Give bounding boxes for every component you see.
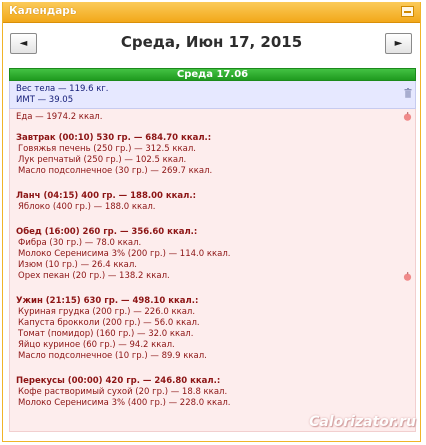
calendar-panel: Календарь ◄ Среда, Июн 17, 2015 ► Среда …	[2, 2, 421, 442]
food-item: Изюм (10 гр.) — 26.4 ккал.	[18, 260, 138, 270]
food-item: Яблоко (400 гр.) — 188.0 ккал.	[18, 202, 156, 212]
food-total-text: Еда — 1974.2 ккал.	[16, 112, 103, 122]
meal-header: Ужин (21:15) 630 гр. — 498.10 ккал.:	[16, 296, 199, 306]
food-item: Говяжья печень (250 гр.) — 312.5 ккал.	[18, 144, 196, 154]
food-item: Орех пекан (20 гр.) — 138.2 ккал.	[18, 271, 170, 281]
meal-header: Ланч (04:15) 400 гр. — 188.00 ккал.:	[16, 191, 197, 201]
food-item: Капуста брокколи (200 гр.) — 56.0 ккал.	[18, 318, 200, 328]
trash-icon[interactable]	[404, 88, 412, 98]
food-item: Томат (помидор) (160 гр.) — 32.0 ккал.	[18, 329, 194, 339]
food-item: Лук репчатый (250 гр.) — 102.5 ккал.	[18, 155, 187, 165]
bmi-text: ИМТ — 39.05	[16, 95, 74, 105]
food-item: Молоко Серенисима 3% (200 гр.) — 114.0 к…	[18, 249, 231, 259]
food-item: Молоко Серенисима 3% (400 гр.) — 228.0 к…	[18, 398, 231, 408]
weight-section: Вес тела — 119.6 кг. ИМТ — 39.05	[9, 81, 416, 109]
date-heading: Среда, Июн 17, 2015	[120, 33, 303, 51]
meal-header: Обед (16:00) 260 гр. — 356.60 ккал.:	[16, 227, 198, 237]
day-header: Среда 17.06	[9, 68, 416, 81]
food-section: Еда — 1974.2 ккал. Завтрак (00:10) 530 г…	[9, 109, 416, 432]
watermark-logo: Calorizator.ru	[309, 414, 416, 430]
food-item: Масло подсолнечное (30 гр.) — 269.7 ккал…	[18, 166, 213, 176]
panel-titlebar: Календарь	[3, 2, 420, 23]
body-weight-text: Вес тела — 119.6 кг.	[16, 84, 109, 94]
food-item: Масло подсолнечное (10 гр.) — 89.9 ккал.	[18, 351, 207, 361]
apple-icon[interactable]	[403, 112, 412, 121]
food-item: Яйцо куриное (60 гр.) — 94.2 ккал.	[18, 340, 175, 350]
apple-icon[interactable]	[403, 272, 412, 281]
food-item: Кофе растворимый сухой (20 гр.) — 18.8 к…	[18, 387, 228, 397]
minimize-icon[interactable]	[401, 6, 414, 17]
food-item: Фибра (30 гр.) — 78.0 ккал.	[18, 238, 142, 248]
next-day-button[interactable]: ►	[385, 33, 412, 54]
panel-title: Календарь	[9, 5, 77, 17]
food-item: Куриная грудка (200 гр.) — 226.0 ккал.	[18, 307, 196, 317]
prev-day-button[interactable]: ◄	[10, 33, 37, 54]
meal-header: Завтрак (00:10) 530 гр. — 684.70 ккал.:	[16, 133, 212, 143]
meal-header: Перекусы (00:00) 420 гр. — 246.80 ккал.:	[16, 376, 221, 386]
